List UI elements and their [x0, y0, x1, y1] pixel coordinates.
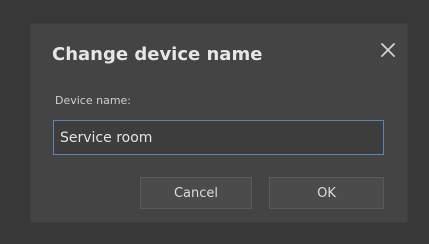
close-icon — [381, 43, 395, 57]
close-button[interactable] — [377, 39, 399, 61]
ok-button[interactable]: OK — [269, 177, 384, 209]
cancel-button[interactable]: Cancel — [140, 177, 252, 209]
dialog-title: Change device name — [52, 44, 263, 65]
device-name-input[interactable] — [53, 120, 384, 155]
screen-backdrop: Change device name Device name: Cancel O… — [0, 0, 429, 244]
device-name-label: Device name: — [55, 94, 132, 107]
change-device-name-dialog: Change device name Device name: Cancel O… — [30, 23, 408, 223]
